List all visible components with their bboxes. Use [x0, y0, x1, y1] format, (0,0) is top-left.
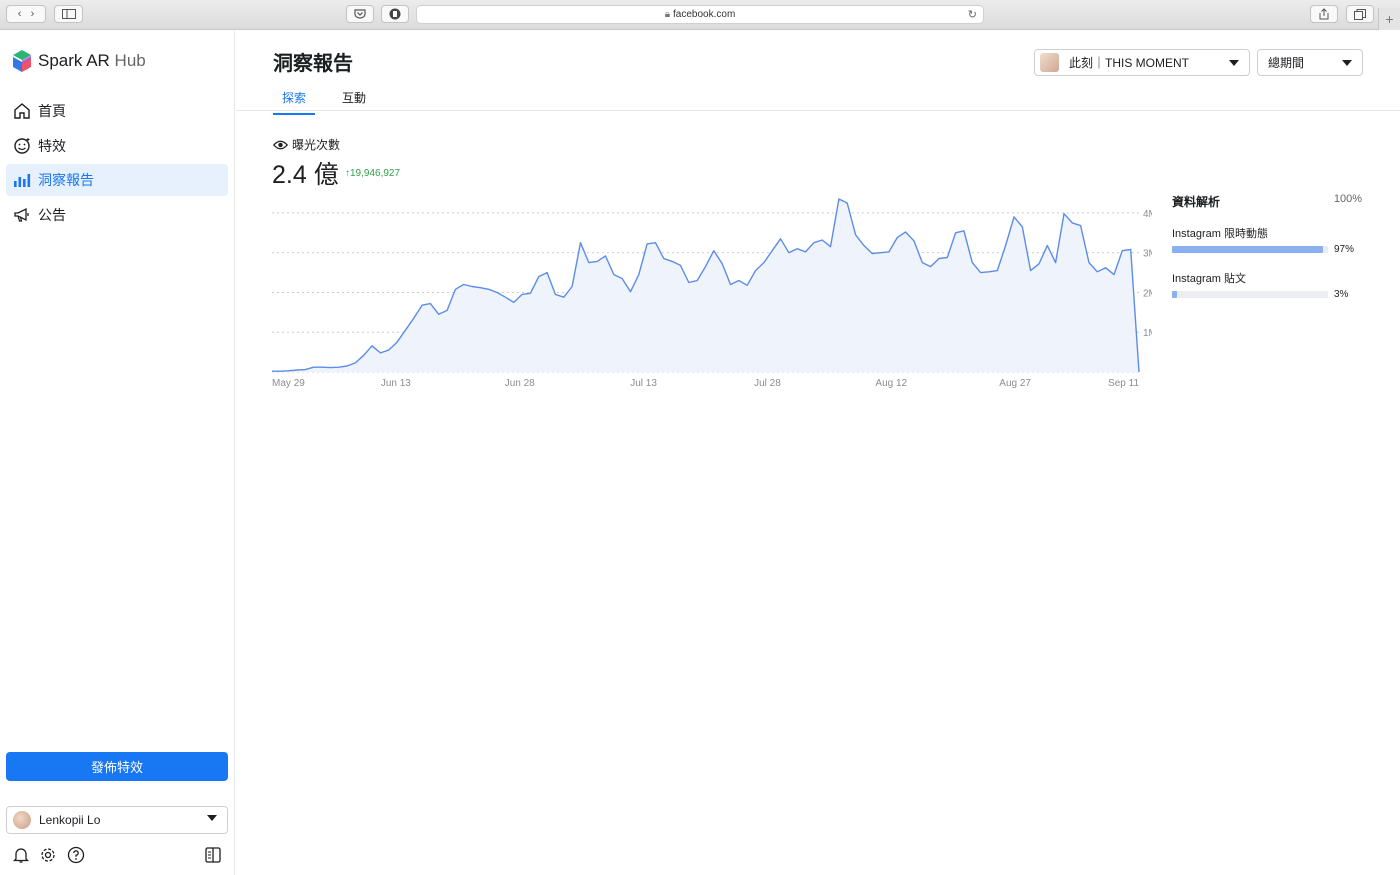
gear-icon[interactable] [39, 846, 57, 864]
effects-icon [12, 136, 32, 156]
breakdown-panel: 資料解析 100% Instagram 限時動態 97% Instagram 貼文 3… [1172, 193, 1362, 300]
chevron-down-icon [1229, 60, 1239, 66]
metric-name: 曝光次數 [292, 138, 341, 152]
share-icon [1319, 8, 1329, 20]
tabs-overview-button[interactable] [1346, 5, 1374, 23]
x-tick-label: Jun 13 [381, 378, 411, 389]
publish-effect-button[interactable]: 發佈特效 [6, 752, 228, 781]
reload-icon[interactable]: ↻ [968, 8, 977, 21]
plus-icon: + [1385, 11, 1394, 27]
address-bar[interactable]: 🔒︎ facebook.com ↻ [416, 5, 984, 24]
new-tab-button[interactable]: + [1378, 8, 1400, 30]
back-forward-buttons[interactable]: ‹ › [6, 5, 46, 23]
bell-icon[interactable] [12, 846, 30, 864]
sidebar-item-insights[interactable]: 洞察報告 [6, 164, 228, 196]
breakdown-row-label: Instagram 貼文 [1172, 273, 1246, 285]
sidebar-footer [12, 846, 222, 866]
home-icon [12, 101, 32, 121]
sidebar: Spark AR Hub 首頁 特效 洞察報告 公告 發佈特效 Lenkopii… [0, 31, 235, 875]
y-tick-label: 3M [1143, 249, 1152, 260]
brand-name: Spark AR Hub [38, 51, 146, 70]
account-name: Lenkopii Lo [39, 813, 101, 827]
sidebar-item-label: 公告 [38, 206, 66, 223]
breakdown-row: Instagram 貼文 3% [1172, 270, 1362, 300]
x-tick-label: Jun 28 [505, 378, 535, 389]
y-tick-label: 2M [1143, 288, 1152, 299]
lock-icon: 🔒︎ [664, 9, 671, 20]
sidebar-toggle-button[interactable] [54, 5, 83, 23]
x-tick-label: May 29 [272, 378, 305, 389]
period-select[interactable]: 總期間 [1257, 49, 1363, 76]
url-text: facebook.com [673, 9, 736, 20]
share-button[interactable] [1310, 5, 1338, 23]
breakdown-bar [1172, 246, 1328, 253]
metric-value: 2.4 億 [272, 161, 339, 189]
breakdown-bar-fill [1172, 246, 1324, 253]
megaphone-icon [12, 205, 32, 225]
eye-icon [273, 140, 288, 149]
tab-divider [236, 110, 1400, 111]
avatar [13, 811, 31, 829]
effect-select[interactable]: 此刻｜THIS MOMENT [1034, 49, 1250, 76]
pocket-button[interactable] [346, 5, 374, 23]
sidebar-item-home[interactable]: 首頁 [6, 95, 228, 127]
sidebar-nav: 首頁 特效 洞察報告 公告 [6, 95, 228, 233]
brand[interactable]: Spark AR Hub [12, 49, 146, 73]
spark-ar-logo-icon [13, 50, 31, 72]
x-tick-label: Jul 28 [754, 378, 781, 389]
sidebar-item-label: 洞察報告 [38, 172, 94, 188]
main-content: 洞察報告 探索 互動 此刻｜THIS MOMENT 總期間 曝光次數 2.4 億… [236, 31, 1400, 875]
y-tick-label: 1M [1143, 328, 1152, 339]
breakdown-row-label: Instagram 限時動態 [1172, 228, 1268, 240]
y-tick-label: 4M [1143, 209, 1152, 220]
sidebar-item-announcements[interactable]: 公告 [6, 199, 228, 231]
pocket-icon [354, 9, 366, 19]
metric-label: 曝光次數 [273, 136, 340, 153]
shield-icon [389, 8, 401, 20]
chevron-down-icon [207, 815, 217, 821]
insights-icon [12, 170, 32, 190]
chevron-down-icon [1342, 60, 1352, 66]
effect-select-value: 此刻｜THIS MOMENT [1069, 56, 1189, 70]
breakdown-bar [1172, 291, 1328, 298]
x-tick-label: Aug 12 [875, 378, 907, 389]
sidebar-item-effects[interactable]: 特效 [6, 130, 228, 162]
collapse-sidebar-icon[interactable] [204, 846, 222, 864]
extension-button[interactable] [381, 5, 409, 23]
sidebar-item-label: 首頁 [38, 103, 66, 119]
sidebar-item-label: 特效 [38, 137, 66, 154]
period-select-value: 總期間 [1268, 56, 1305, 70]
x-tick-label: Aug 27 [999, 378, 1031, 389]
account-switcher[interactable]: Lenkopii Lo [6, 806, 228, 834]
sidebar-icon [61, 9, 76, 19]
help-icon[interactable] [67, 846, 85, 864]
breakdown-row-percent: 3% [1334, 289, 1349, 300]
breakdown-row-percent: 97% [1334, 244, 1355, 255]
series-area [272, 199, 1139, 372]
breakdown-bar-fill [1172, 291, 1177, 298]
breakdown-row: Instagram 限時動態 97% [1172, 225, 1362, 255]
back-icon[interactable]: ‹ [18, 8, 22, 20]
x-tick-label: Jul 13 [630, 378, 657, 389]
browser-toolbar: ‹ › 🔒︎ facebook.com ↻ + [0, 0, 1400, 30]
tabs-icon [1354, 8, 1366, 20]
x-tick-label: Sep 11 [1108, 378, 1139, 389]
breakdown-title: 資料解析 [1172, 195, 1221, 209]
metric-delta: ↑19,946,927 [345, 168, 400, 179]
impressions-chart: 1M 2M 3M 4M May 29 Jun 13 Jun 28 Jul 13 Jul 28 Au… [272, 198, 1152, 389]
breakdown-total: 100% [1333, 193, 1362, 205]
effect-thumbnail [1040, 53, 1059, 72]
page-title: 洞察報告 [273, 53, 353, 75]
forward-icon[interactable]: › [31, 8, 35, 20]
metric-delta-value: 19,946,927 [350, 168, 401, 179]
